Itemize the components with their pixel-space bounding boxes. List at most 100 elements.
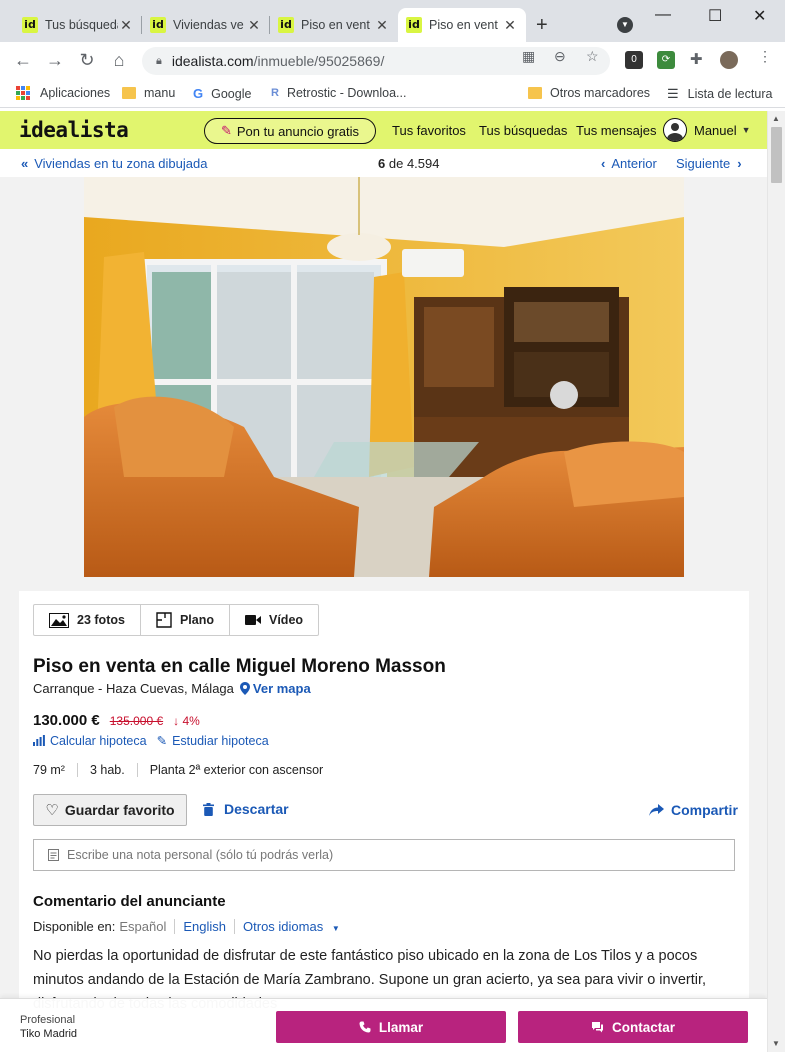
nav-searches[interactable]: Tus búsquedas — [479, 123, 567, 138]
bookmark-reading-list[interactable]: ☰ Lista de lectura — [667, 86, 772, 102]
feature-area: 79 m² — [33, 763, 65, 777]
listing-location: Carranque - Haza Cuevas, Málaga Ver mapa — [33, 681, 311, 696]
bookmark-manu[interactable]: manu — [122, 86, 175, 100]
note-icon — [48, 849, 59, 861]
avatar — [663, 118, 687, 142]
browser-tab[interactable]: id Piso en vent ✕ — [270, 8, 398, 42]
retrostic-icon: R — [271, 87, 279, 99]
photo-gallery — [0, 177, 767, 577]
floor-plan-icon — [156, 612, 172, 628]
url-host: idealista.com — [171, 53, 254, 69]
apps-grid-icon — [16, 86, 30, 100]
close-icon[interactable]: ✕ — [374, 17, 390, 34]
pencil-icon: ✎ — [156, 734, 168, 748]
feature-floor: Planta 2ª exterior con ascensor — [136, 763, 335, 777]
advertiser-name[interactable]: Tiko Madrid — [20, 1027, 77, 1041]
extension-icon[interactable]: 0 — [625, 51, 643, 69]
mortgage-links: Calcular hipoteca ✎ Estudiar hipoteca — [33, 733, 269, 748]
bar-chart-icon — [33, 735, 45, 746]
new-tab-button[interactable]: + — [536, 14, 548, 37]
bookmark-label: Lista de lectura — [687, 87, 773, 101]
idealista-favicon-icon: id — [150, 17, 166, 33]
video-camera-icon — [245, 615, 261, 625]
personal-note-input[interactable] — [67, 848, 707, 862]
window-close-icon[interactable]: ✕ — [753, 6, 766, 26]
qr-code-icon[interactable]: ▦ — [522, 48, 535, 65]
previous-link[interactable]: ‹ Anterior — [601, 156, 657, 171]
chevron-right-icon: › — [737, 156, 742, 171]
menu-kebab-icon[interactable]: ⋮ — [758, 48, 772, 65]
features-row: 79 m² 3 hab. Planta 2ª exterior con asce… — [33, 763, 335, 777]
back-arrow-icon[interactable]: ← — [12, 50, 34, 71]
share-arrow-icon — [649, 804, 664, 816]
map-link[interactable]: Ver mapa — [239, 681, 311, 696]
scroll-up-icon[interactable]: ▲ — [772, 114, 780, 123]
bookmark-other[interactable]: Otros marcadores — [528, 86, 650, 100]
lock-icon: 🔒︎ — [156, 54, 162, 67]
site-header: idealista ✎ Pon tu anuncio gratis Tus fa… — [0, 111, 767, 149]
browser-tab-active[interactable]: id Piso en vent ✕ — [398, 8, 526, 42]
price: 130.000 € — [33, 712, 100, 729]
puzzle-extensions-icon[interactable]: ✚ — [690, 50, 703, 68]
zoom-icon[interactable]: ⊖ — [554, 48, 566, 65]
close-icon[interactable]: ✕ — [118, 17, 134, 34]
language-other[interactable]: Otros idiomas ▼ — [234, 919, 348, 934]
browser-tab[interactable]: id Tus búsquedas ✕ — [14, 8, 142, 42]
plan-tab[interactable]: Plano — [141, 605, 230, 635]
next-link[interactable]: Siguiente › — [676, 156, 742, 171]
scrollbar-thumb[interactable] — [771, 127, 782, 183]
close-icon[interactable]: ✕ — [502, 17, 518, 34]
bookmark-apps[interactable]: Aplicaciones — [16, 86, 110, 100]
discard-button[interactable]: Descartar — [203, 801, 289, 817]
maximize-icon[interactable]: ☐ — [708, 6, 722, 26]
bookmark-label: Otros marcadores — [550, 86, 651, 100]
listing-title: Piso en venta en calle Miguel Moreno Mas… — [33, 656, 446, 677]
property-photo[interactable] — [84, 177, 684, 577]
address-bar[interactable]: 🔒︎ idealista.com/inmueble/95025869/ — [142, 47, 610, 75]
bookmark-label: Retrostic - Downloa... — [286, 86, 407, 100]
calculate-mortgage-link[interactable]: Calcular hipoteca — [33, 733, 147, 748]
back-to-results-link[interactable]: «Viviendas en tu zona dibujada — [21, 156, 207, 171]
personal-note-field[interactable] — [33, 839, 735, 871]
nav-favorites[interactable]: Tus favoritos — [392, 123, 466, 138]
phone-icon — [359, 1021, 371, 1033]
save-favorite-button[interactable]: ♡ Guardar favorito — [33, 794, 187, 826]
scroll-down-icon[interactable]: ▼ — [772, 1039, 780, 1048]
reload-icon[interactable]: ↻ — [76, 50, 98, 71]
pin-icon: ✎ — [220, 123, 232, 138]
old-price: 135.000 € — [109, 714, 164, 728]
bookmark-google[interactable]: G Google — [193, 86, 251, 101]
nav-messages[interactable]: Tus mensajes — [576, 123, 656, 138]
contact-button[interactable]: Contactar — [518, 1011, 748, 1043]
google-icon: G — [193, 86, 204, 101]
publish-ad-button[interactable]: ✎ Pon tu anuncio gratis — [204, 118, 376, 144]
close-icon[interactable]: ✕ — [246, 17, 262, 34]
video-tab[interactable]: Vídeo — [230, 605, 318, 635]
call-button[interactable]: Llamar — [276, 1011, 506, 1043]
bookmark-star-icon[interactable]: ☆ — [586, 48, 599, 65]
study-mortgage-link[interactable]: ✎ Estudiar hipoteca — [156, 733, 269, 749]
language-english[interactable]: English — [174, 919, 234, 934]
photos-tab[interactable]: 23 fotos — [34, 605, 141, 635]
extension-icon[interactable]: ⟳ — [657, 51, 675, 69]
feature-rooms: 3 hab. — [76, 763, 137, 777]
publish-label: Pon tu anuncio gratis — [236, 123, 360, 139]
share-button[interactable]: Compartir — [649, 802, 738, 818]
page-scrollbar[interactable]: ▲ ▼ — [767, 111, 785, 1052]
minimize-icon[interactable]: — — [655, 6, 671, 24]
price-drop-badge: ↓ 4% — [173, 714, 200, 728]
forward-arrow-icon[interactable]: → — [44, 50, 66, 71]
url-path: /inmueble/95025869/ — [253, 53, 385, 69]
bookmark-retrostic[interactable]: R Retrostic - Downloa... — [271, 86, 406, 100]
idealista-logo[interactable]: idealista — [19, 118, 129, 142]
tab-label: Piso en vent — [429, 18, 498, 32]
profile-avatar-icon[interactable] — [720, 51, 738, 69]
user-menu[interactable]: Manuel ▼ — [663, 118, 751, 142]
contact-footer: Profesional Tiko Madrid Llamar Contactar — [0, 998, 767, 1052]
chevron-down-icon: ▼ — [331, 924, 340, 933]
tab-search-icon[interactable]: ▼ — [617, 17, 633, 33]
folder-icon — [528, 87, 542, 99]
living-room-photo — [84, 177, 684, 577]
home-icon[interactable]: ⌂ — [108, 50, 130, 71]
browser-tab[interactable]: id Viviendas ve ✕ — [142, 8, 270, 42]
